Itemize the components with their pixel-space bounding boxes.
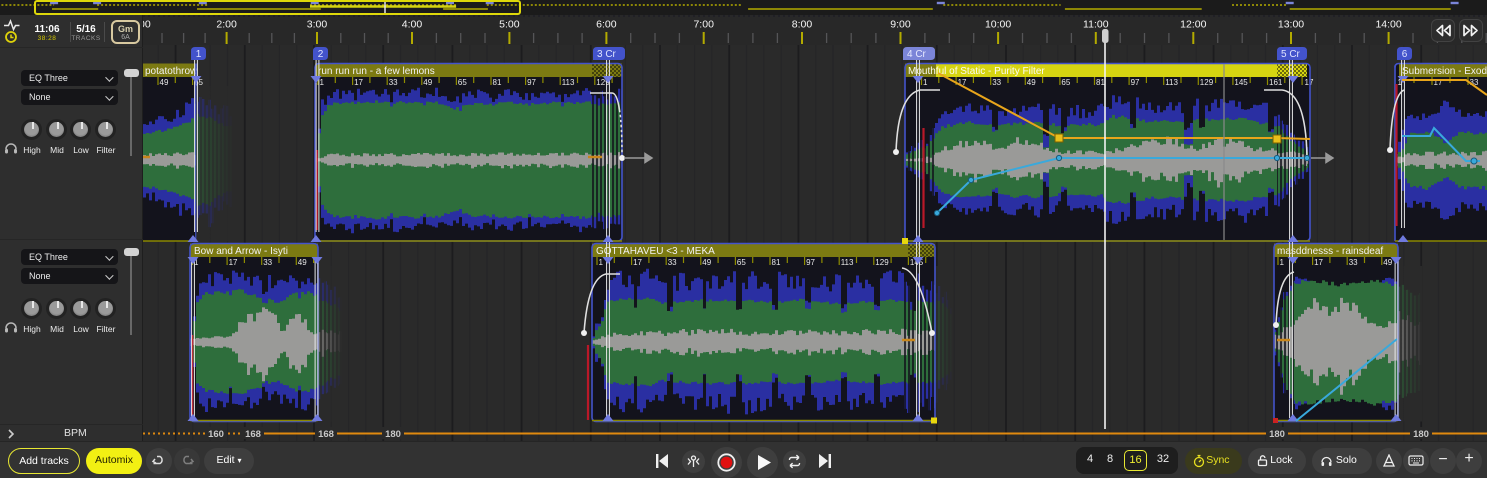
svg-text:145: 145 (1234, 78, 1248, 87)
svg-text:161: 161 (1269, 78, 1283, 87)
svg-text:17: 17 (633, 258, 642, 267)
svg-text:2: 2 (318, 49, 324, 60)
svg-text:17: 17 (1314, 258, 1323, 267)
svg-text:49: 49 (702, 258, 711, 267)
svg-text:Bow and Arrow - Isyti: Bow and Arrow - Isyti (194, 246, 288, 257)
svg-text:129: 129 (875, 258, 889, 267)
svg-text:Mouthful of Static - Purity Fi: Mouthful of Static - Purity Filter (908, 66, 1045, 77)
svg-text:3:00: 3:00 (307, 19, 328, 31)
svg-text:GOTTAHAVEU <3 - MEKA: GOTTAHAVEU <3 - MEKA (596, 246, 715, 257)
svg-text:33: 33 (389, 78, 398, 87)
svg-text:97: 97 (527, 78, 536, 87)
svg-text:6:00: 6:00 (596, 19, 617, 31)
svg-text:49: 49 (1027, 78, 1036, 87)
svg-text:160: 160 (208, 429, 224, 440)
svg-text:180: 180 (1413, 429, 1429, 440)
svg-text:81: 81 (1096, 78, 1105, 87)
svg-text:97: 97 (806, 258, 815, 267)
svg-text:7:00: 7:00 (693, 19, 714, 31)
svg-text:1: 1 (599, 258, 604, 267)
svg-text:113: 113 (1165, 78, 1178, 87)
svg-text:81: 81 (493, 78, 502, 87)
svg-text:9:00: 9:00 (890, 19, 911, 31)
svg-text:81: 81 (772, 258, 781, 267)
svg-text:180: 180 (1269, 429, 1285, 440)
svg-text:11:00: 11:00 (1083, 19, 1109, 31)
svg-text:masddnesss - rainsdeaf: masddnesss - rainsdeaf (1277, 246, 1383, 257)
svg-text:113: 113 (841, 258, 854, 267)
svg-text:10:00: 10:00 (985, 19, 1011, 31)
svg-text:65: 65 (737, 258, 746, 267)
svg-text:1: 1 (923, 78, 928, 87)
svg-text:49: 49 (1383, 258, 1392, 267)
svg-text:5 Cr: 5 Cr (1281, 49, 1301, 60)
svg-text:6: 6 (1402, 49, 1408, 60)
svg-text:33: 33 (1349, 258, 1358, 267)
svg-text:65: 65 (1061, 78, 1070, 87)
svg-text:8:00: 8:00 (792, 19, 813, 31)
svg-text:1: 1 (196, 49, 202, 60)
svg-text:13:00: 13:00 (1278, 19, 1304, 31)
svg-text:33: 33 (263, 258, 272, 267)
svg-text:14:00: 14:00 (1375, 19, 1401, 31)
svg-text:113: 113 (562, 78, 575, 87)
svg-text:65: 65 (458, 78, 467, 87)
svg-text:168: 168 (318, 429, 334, 440)
svg-text:49: 49 (160, 78, 169, 87)
svg-text:17: 17 (354, 78, 363, 87)
svg-text:Submersion - Exodus: Submersion - Exodus (1402, 66, 1487, 77)
svg-text:1: 1 (1280, 258, 1285, 267)
svg-text:potatothrow: potatothrow (145, 66, 198, 77)
svg-text:4:00: 4:00 (402, 19, 423, 31)
svg-text:33: 33 (668, 258, 677, 267)
svg-text:180: 180 (385, 429, 401, 440)
svg-text:run run run - a few lemons: run run run - a few lemons (318, 66, 435, 77)
svg-text:17: 17 (229, 258, 238, 267)
svg-text:168: 168 (245, 429, 261, 440)
svg-text:49: 49 (423, 78, 432, 87)
svg-text:12:00: 12:00 (1180, 19, 1206, 31)
svg-text:4 Cr: 4 Cr (907, 49, 927, 60)
svg-text:2:00: 2:00 (216, 19, 237, 31)
svg-text:5:00: 5:00 (499, 19, 520, 31)
svg-text:1: 1 (320, 78, 325, 87)
svg-text:3 Cr: 3 Cr (597, 49, 617, 60)
svg-text:129: 129 (1200, 78, 1214, 87)
svg-text:33: 33 (992, 78, 1001, 87)
svg-text:97: 97 (1131, 78, 1140, 87)
svg-text:49: 49 (298, 258, 307, 267)
